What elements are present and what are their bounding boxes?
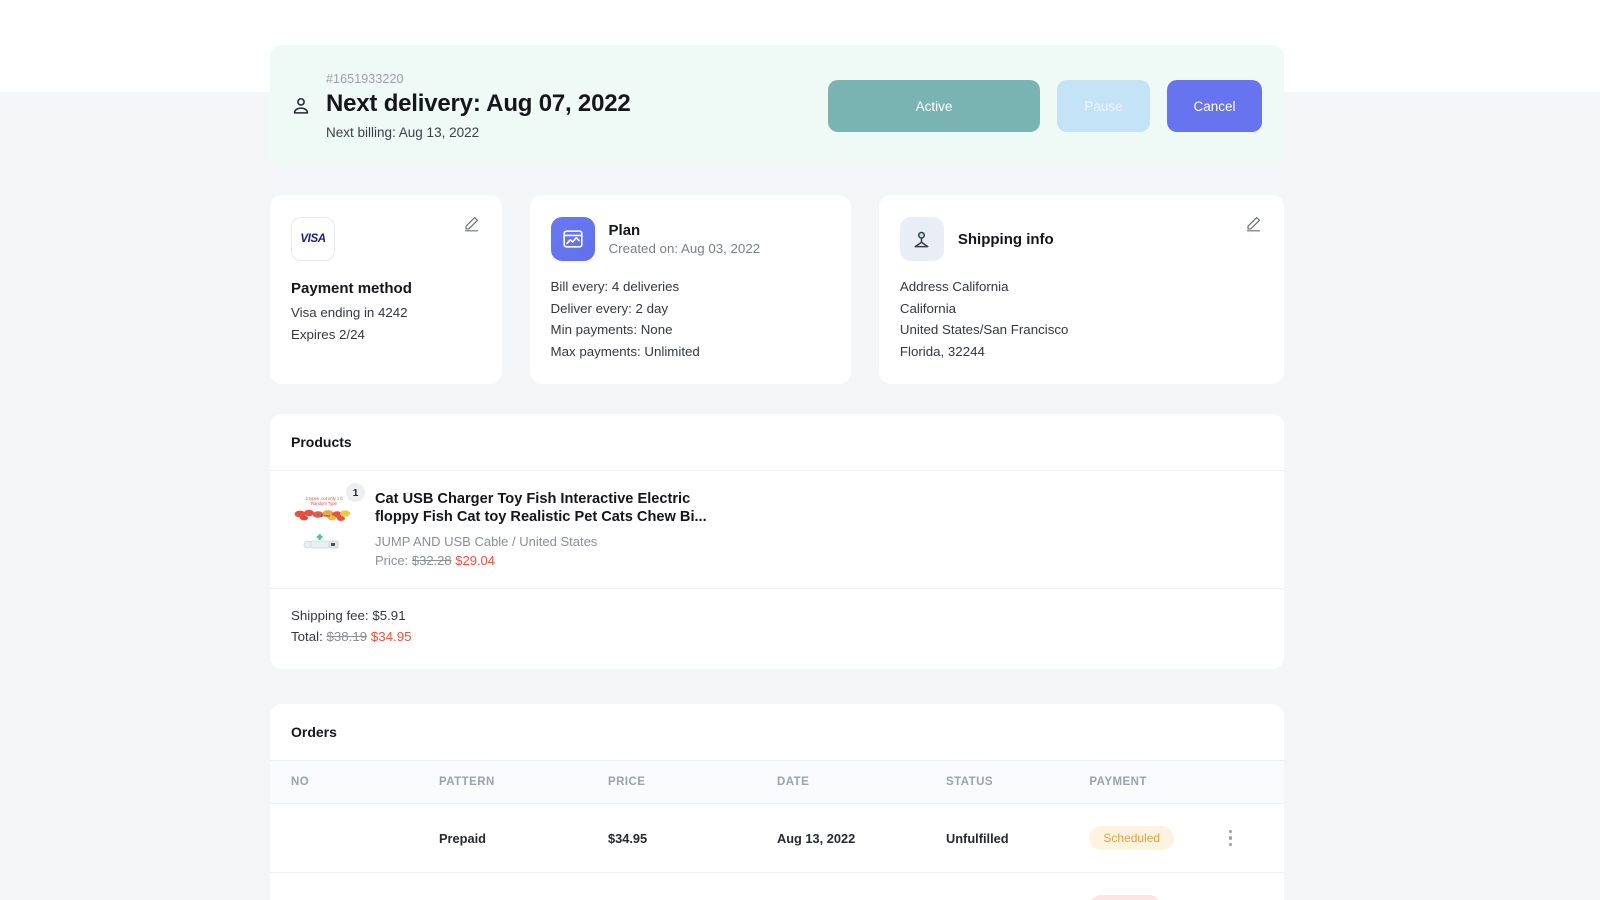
- plan-created-on: Created on: Aug 03, 2022: [608, 241, 761, 256]
- orders-header-row: NO PATTERN PRICE DATE STATUS PAYMENT: [270, 760, 1284, 804]
- subscription-actions: Active Pause Cancel: [828, 80, 1262, 132]
- next-delivery-title: Next delivery: Aug 07, 2022: [326, 90, 631, 117]
- edit-payment-pencil-icon[interactable]: [463, 215, 480, 232]
- person-icon: [290, 95, 312, 121]
- plan-card-header: Plan Created on: Aug 03, 2022: [550, 217, 827, 261]
- cell-date: Aug 04, 2022: [777, 872, 946, 900]
- cell-no: [270, 803, 439, 873]
- content-container: #1651933220 Next delivery: Aug 07, 2022 …: [270, 0, 1284, 900]
- column-header-payment[interactable]: PAYMENT: [1089, 760, 1223, 804]
- orders-table: NO PATTERN PRICE DATE STATUS PAYMENT Pre…: [270, 760, 1284, 900]
- product-thumbnail-image: 2 types ,cut only 1 fi Random Type Drop: [291, 489, 357, 555]
- cell-payment: Skipped: [1089, 872, 1223, 900]
- product-price-current: $29.04: [455, 553, 496, 568]
- cell-status: Unfulfilled: [946, 803, 1090, 873]
- plan-card: Plan Created on: Aug 03, 2022 Bill every…: [529, 195, 851, 384]
- column-header-date[interactable]: DATE: [777, 760, 946, 804]
- shipping-card-header: Shipping info: [899, 217, 1260, 261]
- products-panel: Products 1 2 types ,cut only 1 fi Random…: [270, 414, 1284, 669]
- product-info: Cat USB Charger Toy Fish Interactive Ele…: [375, 489, 1263, 568]
- plan-line-4: Max payments: Unlimited: [550, 343, 700, 359]
- more-vertical-icon[interactable]: [1223, 830, 1239, 846]
- plan-line-2: Deliver every: 2 day: [550, 300, 669, 316]
- column-header-pattern[interactable]: PATTERN: [439, 760, 608, 804]
- status-badge: Scheduled: [1089, 826, 1175, 850]
- cell-price: $34.95: [608, 872, 777, 900]
- table-row[interactable]: Prepaid $34.95 Aug 04, 2022 Unfulfilled …: [270, 872, 1284, 900]
- dot-3: [1228, 842, 1233, 846]
- products-heading: Products: [270, 414, 1284, 471]
- subscription-header: #1651933220 Next delivery: Aug 07, 2022 …: [270, 45, 1284, 167]
- orders-heading: Orders: [291, 724, 337, 740]
- shipping-details: Address California California United Sta…: [900, 276, 1260, 362]
- cell-pattern: Prepaid: [439, 803, 608, 873]
- cell-price: $34.95: [608, 803, 777, 873]
- dot-2: [1228, 836, 1233, 840]
- info-card-row: VISA Payment method Visa ending in 4242 …: [270, 195, 1284, 384]
- total-label: Total:: [291, 629, 323, 644]
- plan-title: Plan: [608, 222, 641, 239]
- shipping-line-1: Address California: [899, 279, 1009, 294]
- cell-date: Aug 13, 2022: [777, 803, 946, 873]
- orders-table-header: NO PATTERN PRICE DATE STATUS PAYMENT: [270, 760, 1284, 804]
- subscription-id: #1651933220: [326, 72, 404, 86]
- plan-line-1: Bill every: 4 deliveries: [550, 279, 680, 294]
- orders-table-body: Prepaid $34.95 Aug 13, 2022 Unfulfilled …: [270, 803, 1284, 900]
- table-row[interactable]: Prepaid $34.95 Aug 13, 2022 Unfulfilled …: [270, 803, 1284, 873]
- orders-panel: Orders NO PATTERN PRICE DATE STATUS PAYM…: [270, 704, 1284, 900]
- svg-text:Random Type: Random Type: [311, 501, 338, 506]
- location-pin-icon: [899, 217, 944, 261]
- subscription-text: #1651933220 Next delivery: Aug 07, 2022 …: [326, 72, 631, 140]
- pause-button[interactable]: Pause: [1057, 80, 1150, 132]
- shipping-info-card: Shipping info Address California Califor…: [878, 195, 1284, 384]
- cell-pattern: Prepaid: [439, 872, 608, 900]
- product-list-item: 1 2 types ,cut only 1 fi Random Type Dro…: [270, 471, 1284, 589]
- status-badge: Skipped: [1089, 895, 1161, 900]
- subscription-summary: #1651933220 Next delivery: Aug 07, 2022 …: [290, 72, 828, 140]
- total-current: $34.95: [370, 629, 412, 644]
- cell-no: [270, 872, 439, 900]
- product-vendor: JUMP AND USB Cable / United States: [375, 534, 598, 549]
- cell-status: Unfulfilled: [946, 872, 1090, 900]
- shipping-line-3: United States/San Francisco: [899, 322, 1069, 337]
- product-price: Price: $32.28 $29.04: [375, 553, 1263, 568]
- visa-logo-text: VISA: [300, 233, 326, 245]
- edit-shipping-pencil-icon[interactable]: [1245, 215, 1262, 232]
- payment-line-2: Expires 2/24: [291, 326, 365, 342]
- products-totals: Shipping fee: $5.91 Total: $38.19 $34.95: [270, 589, 1284, 669]
- payment-method-title: Payment method: [291, 280, 412, 297]
- shipping-line-4: Florida, 32244: [899, 343, 985, 359]
- total-original: $38.19: [326, 629, 368, 644]
- cell-payment: Scheduled: [1089, 803, 1223, 873]
- plan-line-3: Min payments: None: [550, 322, 673, 337]
- product-quantity-badge: 1: [346, 483, 365, 502]
- plan-chart-icon: [550, 217, 595, 261]
- cell-actions: [1222, 803, 1284, 873]
- product-thumbnail-wrap: 1 2 types ,cut only 1 fi Random Type Dro…: [291, 483, 365, 568]
- column-header-no[interactable]: NO: [270, 760, 439, 804]
- payment-method-card: VISA Payment method Visa ending in 4242 …: [270, 195, 502, 384]
- order-total: Total: $38.19 $34.95: [291, 626, 1263, 647]
- cancel-button[interactable]: Cancel: [1167, 80, 1262, 132]
- product-title[interactable]: Cat USB Charger Toy Fish Interactive Ele…: [375, 491, 735, 526]
- dot-1: [1228, 830, 1233, 834]
- page-root: #1651933220 Next delivery: Aug 07, 2022 …: [0, 0, 1600, 900]
- shipping-fee: Shipping fee: $5.91: [291, 608, 406, 623]
- column-header-actions: [1222, 760, 1284, 804]
- svg-text:Drop: Drop: [321, 513, 330, 518]
- column-header-status[interactable]: STATUS: [946, 760, 1090, 804]
- next-billing-text: Next billing: Aug 13, 2022: [326, 125, 480, 140]
- plan-card-titles: Plan Created on: Aug 03, 2022: [609, 222, 761, 256]
- shipping-line-2: California: [899, 300, 957, 316]
- cell-actions: [1222, 872, 1284, 900]
- visa-logo: VISA: [291, 217, 335, 261]
- payment-line-1: Visa ending in 4242: [291, 305, 408, 320]
- plan-details: Bill every: 4 deliveries Deliver every: …: [551, 276, 827, 362]
- product-price-label: Price:: [375, 553, 409, 568]
- active-button[interactable]: Active: [828, 80, 1040, 132]
- product-price-original: $32.28: [411, 553, 452, 568]
- column-header-price[interactable]: PRICE: [608, 760, 777, 804]
- shipping-title: Shipping info: [957, 230, 1054, 248]
